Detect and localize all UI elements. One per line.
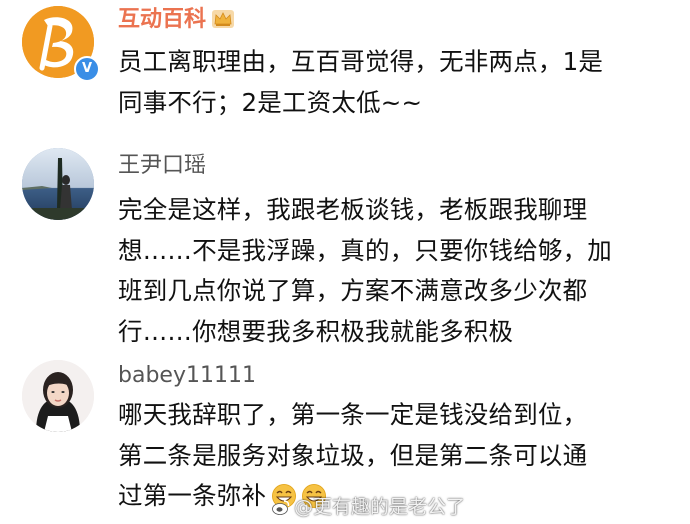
comment-line: 行……你想要我多积极我就能多积极 <box>118 316 514 346</box>
comment-line: 员工离职理由，互百哥觉得，无非两点，1是 <box>118 47 604 76</box>
portrait-avatar-icon <box>22 360 94 432</box>
watermark: @更有趣的是老公了 <box>272 492 465 519</box>
comment-line: 哪天我辞职了，第一条一定是钱没给到位， <box>118 400 588 429</box>
comment-username[interactable]: 互动百科 <box>118 6 235 34</box>
avatar[interactable] <box>22 148 94 220</box>
weibo-logo-icon <box>272 500 290 515</box>
seaside-photo-avatar-icon <box>22 148 94 220</box>
watermark-text: @更有趣的是老公了 <box>294 496 466 518</box>
crown-icon <box>212 10 235 28</box>
comment-line: 想……不是我浮躁，真的，只要你钱给够，加 <box>118 235 612 265</box>
comment-username[interactable]: babey11111 <box>118 362 256 390</box>
comment-line-text: 过第一条弥补 <box>118 481 267 510</box>
comment-line: 同事不行；2是工资太低~~ <box>118 87 423 117</box>
comment-text: 员工离职理由，互百哥觉得，无非两点，1是 同事不行；2是工资太低~~ <box>118 42 678 123</box>
avatar[interactable] <box>22 360 94 432</box>
verified-icon: V <box>74 56 100 82</box>
comment-username[interactable]: 王尹口瑶 <box>118 152 206 180</box>
comment-line: 完全是这样，我跟老板谈钱，老板跟我聊理 <box>118 195 588 224</box>
username-text[interactable]: 互动百科 <box>118 7 206 32</box>
comment-text: 完全是这样，我跟老板谈钱，老板跟我聊理 想……不是我浮躁，真的，只要你钱给够，加… <box>118 190 678 352</box>
comment-line: 第二条是服务对象垃圾，但是第二条可以通 <box>118 440 588 470</box>
comment-line: 班到几点你说了算，方案不满意改多少次都 <box>118 276 588 305</box>
